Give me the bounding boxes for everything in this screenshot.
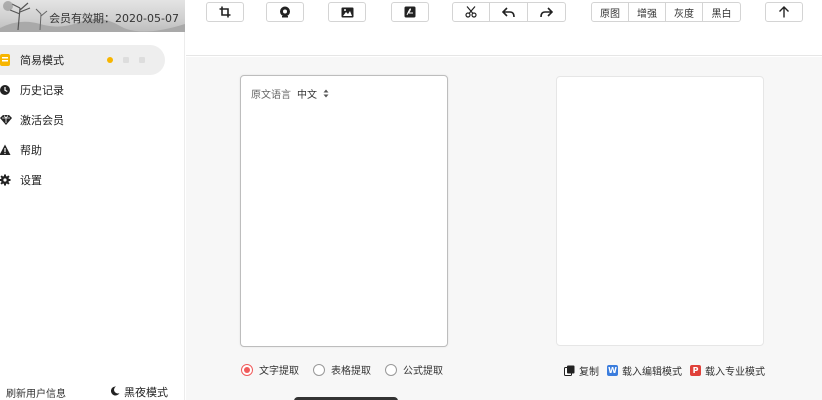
radio-label: 表格提取 [331, 366, 371, 377]
sort-arrows-icon [323, 89, 329, 98]
sidebar-item-label: 简易模式 [20, 54, 64, 67]
mode-formula-extraction-radio[interactable]: 公式提取 [385, 362, 443, 377]
sidebar-item-simple-mode[interactable]: 简易模式 [0, 45, 165, 75]
sidebar-item-label: 帮助 [20, 144, 42, 157]
sidebar-footer: 刷新用户信息 黑夜模式 [0, 384, 185, 400]
source-image-panel[interactable]: 原文语言 中文 [240, 75, 448, 347]
undo-icon [502, 6, 515, 17]
radio-circle [241, 363, 253, 376]
night-mode-toggle[interactable]: 黑夜模式 [110, 384, 168, 400]
sidebar-nav: 简易模式 历史记录 激活会员 帮助 设置 [0, 45, 185, 195]
copy-button[interactable]: 复制 [564, 363, 599, 378]
radio-circle [385, 363, 397, 376]
filter-bw-button[interactable]: 黑白 [703, 3, 740, 21]
sidebar-item-settings[interactable]: 设置 [0, 165, 185, 195]
pdf-badge-icon: P [690, 365, 701, 376]
pdf-icon [404, 6, 416, 18]
sidebar-item-label: 激活会员 [20, 114, 64, 127]
redo-icon [540, 6, 553, 17]
sidebar-item-help[interactable]: 帮助 [0, 135, 185, 165]
inactive-dot [123, 57, 129, 63]
camera-icon [280, 6, 290, 18]
mode-indicator [107, 57, 145, 63]
diamond-icon [0, 114, 12, 126]
filter-grayscale-button[interactable]: 灰度 [666, 3, 703, 21]
radio-label: 公式提取 [403, 366, 443, 377]
scissors-icon [465, 6, 477, 18]
load-pro-mode-label: 载入专业模式 [705, 367, 765, 378]
night-mode-label: 黑夜模式 [124, 386, 168, 399]
sidebar: 会员有效期：2020-05-07 简易模式 历史记录 激活会员 帮助 设置 刷新… [0, 0, 185, 400]
mode-text-extraction-radio[interactable]: 文字提取 [241, 362, 299, 377]
arrow-up-icon [779, 6, 789, 18]
load-pro-mode-button[interactable]: P 载入专业模式 [690, 363, 765, 378]
sidebar-item-label: 设置 [20, 174, 42, 187]
source-language-label: 原文语言 [251, 90, 291, 101]
word-icon: W [607, 365, 618, 376]
undo-button[interactable] [490, 3, 528, 21]
load-edit-mode-label: 载入编辑模式 [622, 367, 682, 378]
image-button[interactable] [328, 2, 366, 22]
main-area: 原文语言 中文 文字提取 表格提取 公式提取 复制 W 载入编辑模式 P 载入专… [186, 57, 822, 400]
camera-button[interactable] [266, 2, 304, 22]
member-expiry: 会员有效期：2020-05-07 [49, 12, 179, 25]
edit-actions-group [452, 2, 566, 22]
copy-icon [564, 365, 575, 376]
cut-button[interactable] [453, 3, 491, 21]
sidebar-item-history[interactable]: 历史记录 [0, 75, 185, 105]
refresh-user-info-link[interactable]: 刷新用户信息 [6, 385, 66, 400]
crop-button[interactable] [206, 2, 244, 22]
mode-table-extraction-radio[interactable]: 表格提取 [313, 362, 371, 377]
source-language-selector[interactable]: 原文语言 中文 [251, 86, 329, 101]
active-dot [107, 57, 113, 63]
copy-label: 复制 [579, 367, 599, 378]
moon-icon [110, 385, 120, 399]
extraction-mode-group: 文字提取 表格提取 公式提取 [241, 362, 443, 377]
image-icon [341, 7, 353, 17]
filter-enhance-button[interactable]: 增强 [629, 3, 666, 21]
gear-icon [0, 174, 12, 186]
member-banner: 会员有效期：2020-05-07 [0, 0, 185, 32]
image-filter-group: 原图 增强 灰度 黑白 [591, 2, 741, 22]
warning-icon [0, 144, 12, 156]
inactive-dot [139, 57, 145, 63]
toolbar: 原图 增强 灰度 黑白 [186, 0, 822, 56]
sidebar-item-activate-member[interactable]: 激活会员 [0, 105, 185, 135]
redo-button[interactable] [528, 3, 565, 21]
clock-icon [0, 84, 12, 96]
upload-button[interactable] [765, 2, 803, 22]
simple-mode-icon [0, 54, 12, 66]
load-edit-mode-button[interactable]: W 载入编辑模式 [607, 363, 682, 378]
crop-icon [219, 6, 231, 18]
pdf-button[interactable] [391, 2, 429, 22]
radio-label: 文字提取 [259, 366, 299, 377]
source-language-value: 中文 [297, 90, 317, 101]
filter-original-button[interactable]: 原图 [592, 3, 629, 21]
radio-circle [313, 363, 325, 376]
result-text-panel[interactable] [556, 76, 764, 346]
result-actions: 复制 W 载入编辑模式 P 载入专业模式 [564, 363, 765, 378]
sidebar-item-label: 历史记录 [20, 84, 64, 97]
